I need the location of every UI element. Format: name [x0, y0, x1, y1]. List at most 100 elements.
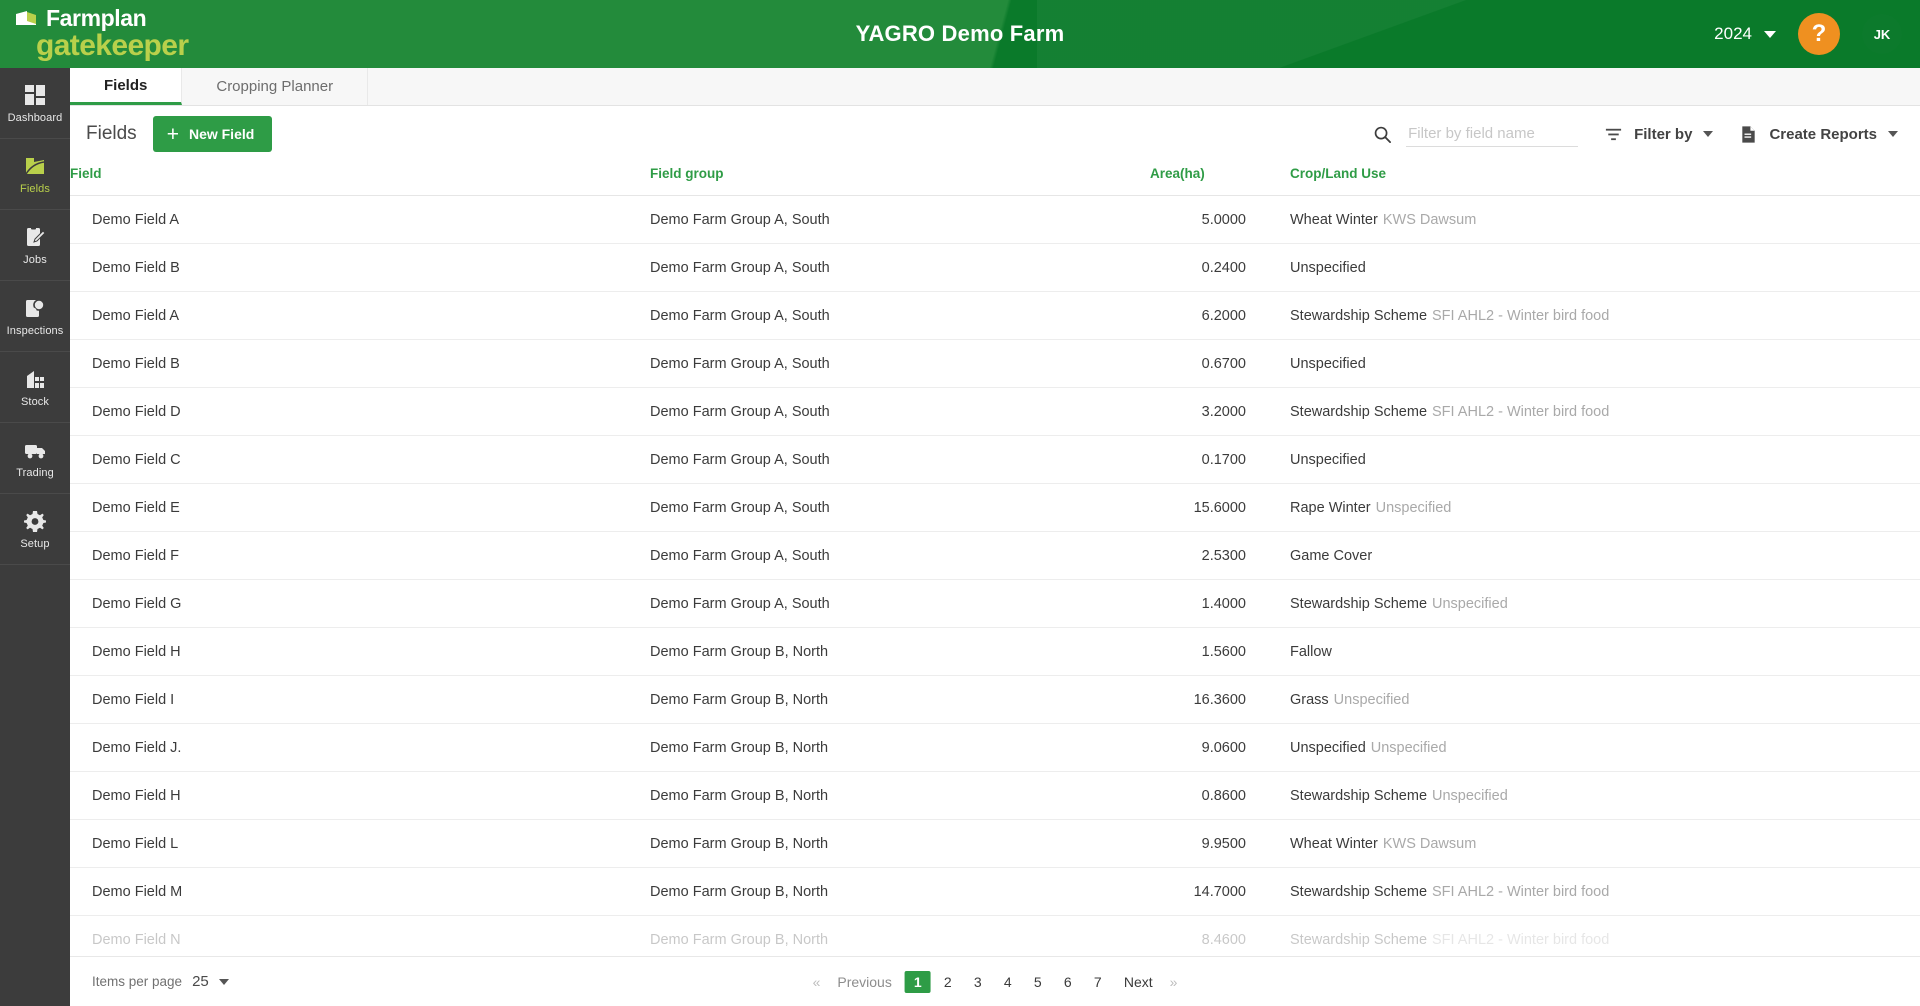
crop-variety: SFI AHL2 - Winter bird food [1432, 403, 1610, 420]
filter-by-button[interactable]: Filter by [1604, 125, 1714, 144]
cell-field: Demo Field B [70, 243, 650, 292]
next-chevron-icon[interactable]: » [1166, 971, 1182, 993]
fields-table-area: Field Field group Area(ha) Crop/Land Use… [70, 162, 1920, 956]
sidebar-item-stock[interactable]: Stock [0, 352, 70, 423]
table-row[interactable]: Demo Field H Demo Farm Group B, North 1.56… [70, 627, 1920, 676]
cell-field: Demo Field H [70, 771, 650, 820]
cell-field-group: Demo Farm Group A, South [650, 387, 1150, 436]
page-number-1[interactable]: 1 [904, 970, 931, 993]
cell-crop-land-use: Unspecified [1290, 435, 1920, 484]
table-row[interactable]: Demo Field G Demo Farm Group A, South 1.40… [70, 579, 1920, 628]
cell-area: 2.5300 [1150, 531, 1290, 580]
create-reports-button[interactable]: Create Reports [1739, 125, 1898, 144]
plus-icon: + [166, 122, 179, 146]
year-selector[interactable]: 2024 [1714, 24, 1776, 44]
cell-crop-land-use: Unspecified [1290, 339, 1920, 388]
sidebar-item-setup[interactable]: Setup [0, 494, 70, 565]
crop-name: Grass [1290, 691, 1329, 708]
items-per-page-label: Items per page [92, 974, 183, 989]
search-input[interactable] [1406, 121, 1579, 147]
crop-name: Stewardship Scheme [1290, 883, 1428, 900]
cell-crop-land-use: Unspecified [1290, 243, 1920, 292]
fields-table: Field Field group Area(ha) Crop/Land Use… [70, 162, 1920, 956]
farm-title: YAGRO Demo Farm [855, 21, 1065, 46]
pagination-bar: Items per page 25 « Previous 1234567 Nex… [70, 956, 1920, 1006]
sidebar-nav: Dashboard Fields Jobs Inspections Stock … [0, 68, 70, 1006]
cell-crop-land-use: Stewardship Scheme Unspecified [1290, 579, 1920, 628]
page-number-6[interactable]: 6 [1055, 971, 1081, 993]
table-row[interactable]: Demo Field H Demo Farm Group B, North 0.86… [70, 771, 1920, 820]
table-row[interactable]: Demo Field A Demo Farm Group A, South 5.00… [70, 195, 1920, 244]
cell-field: Demo Field A [70, 195, 650, 244]
sidebar-item-jobs[interactable]: Jobs [0, 210, 70, 281]
app-root: Farmplan gatekeeper YAGRO Demo Farm 2024… [0, 0, 1920, 1006]
cell-field-group: Demo Farm Group B, North [650, 723, 1150, 772]
cell-field-group: Demo Farm Group A, South [650, 339, 1150, 388]
tab-fields[interactable]: Fields [70, 68, 183, 105]
crop-name: Wheat Winter [1290, 835, 1378, 852]
cell-field-group: Demo Farm Group A, South [650, 243, 1150, 292]
crop-name: Stewardship Scheme [1290, 403, 1428, 420]
document-icon [1739, 125, 1758, 144]
table-row[interactable]: Demo Field A Demo Farm Group A, South 6.20… [70, 291, 1920, 340]
cell-field-group: Demo Farm Group A, South [650, 435, 1150, 484]
table-row[interactable]: Demo Field D Demo Farm Group A, South 3.20… [70, 387, 1920, 436]
page-number-2[interactable]: 2 [935, 971, 961, 993]
sidebar-item-inspections[interactable]: Inspections [0, 281, 70, 352]
cell-field-group: Demo Farm Group B, North [650, 675, 1150, 724]
new-field-label: New Field [188, 126, 255, 142]
table-row[interactable]: Demo Field I Demo Farm Group B, North 16.3… [70, 675, 1920, 724]
cell-area: 1.4000 [1150, 579, 1290, 628]
sidebar-item-trading[interactable]: Trading [0, 423, 70, 494]
chevron-down-icon [1888, 131, 1898, 137]
crop-name: Stewardship Scheme [1290, 931, 1428, 948]
cell-crop-land-use: Stewardship Scheme SFI AHL2 - Winter bird… [1290, 291, 1920, 340]
cell-field: Demo Field D [70, 387, 650, 436]
sidebar-item-label: Trading [16, 466, 54, 479]
crop-variety: KWS Dawsum [1382, 211, 1477, 228]
crop-variety: Unspecified [1370, 739, 1447, 756]
table-row[interactable]: Demo Field B Demo Farm Group A, South 0.67… [70, 339, 1920, 388]
column-header-area[interactable]: Area(ha) [1150, 162, 1290, 196]
cell-area: 14.7000 [1150, 867, 1290, 916]
cell-field-group: Demo Farm Group B, North [650, 771, 1150, 820]
cell-area: 0.6700 [1150, 339, 1290, 388]
column-header-field[interactable]: Field [70, 162, 650, 196]
cell-field: Demo Field N [70, 915, 650, 956]
previous-page-button[interactable]: Previous [828, 971, 900, 993]
toolbar-right-group: Filter by Create Reports [1373, 121, 1898, 147]
body-row: Dashboard Fields Jobs Inspections Stock … [0, 68, 1920, 1006]
prev-chevron-icon[interactable]: « [809, 971, 825, 993]
table-row[interactable]: Demo Field L Demo Farm Group B, North 9.95… [70, 819, 1920, 868]
items-per-page-selector[interactable]: Items per page 25 [92, 973, 229, 990]
table-row[interactable]: Demo Field B Demo Farm Group A, South 0.24… [70, 243, 1920, 292]
column-header-field-group[interactable]: Field group [650, 162, 1150, 196]
sidebar-item-label: Inspections [6, 324, 64, 337]
page-number-3[interactable]: 3 [965, 971, 991, 993]
user-avatar[interactable]: JK [1862, 14, 1902, 54]
crop-name: Unspecified [1290, 739, 1366, 756]
cell-crop-land-use: Stewardship Scheme SFI AHL2 - Winter bird… [1290, 915, 1920, 956]
page-number-4[interactable]: 4 [995, 971, 1021, 993]
table-row[interactable]: Demo Field C Demo Farm Group A, South 0.17… [70, 435, 1920, 484]
cell-crop-land-use: Stewardship Scheme SFI AHL2 - Winter bird… [1290, 387, 1920, 436]
crop-name: Rape Winter [1290, 499, 1371, 516]
table-row[interactable]: Demo Field F Demo Farm Group A, South 2.53… [70, 531, 1920, 580]
table-row[interactable]: Demo Field N Demo Farm Group B, North 8.46… [70, 915, 1920, 956]
cell-field: Demo Field B [70, 339, 650, 388]
table-row[interactable]: Demo Field M Demo Farm Group B, North 14.7… [70, 867, 1920, 916]
table-row[interactable]: Demo Field E Demo Farm Group A, South 15.6… [70, 483, 1920, 532]
tab-cropping-planner[interactable]: Cropping Planner [182, 68, 369, 105]
sidebar-item-dashboard[interactable]: Dashboard [0, 68, 70, 139]
column-header-crop[interactable]: Crop/Land Use [1290, 162, 1920, 196]
new-field-button[interactable]: + New Field [152, 116, 273, 152]
table-row[interactable]: Demo Field J. Demo Farm Group B, North 9.0… [70, 723, 1920, 772]
crop-variety: Unspecified [1432, 595, 1508, 612]
sidebar-item-fields[interactable]: Fields [0, 139, 70, 210]
next-page-button[interactable]: Next [1115, 971, 1162, 993]
page-number-7[interactable]: 7 [1085, 971, 1111, 993]
help-button[interactable]: ? [1798, 13, 1840, 55]
cell-field: Demo Field C [70, 435, 650, 484]
page-number-5[interactable]: 5 [1025, 971, 1051, 993]
cell-area: 9.0600 [1150, 723, 1290, 772]
